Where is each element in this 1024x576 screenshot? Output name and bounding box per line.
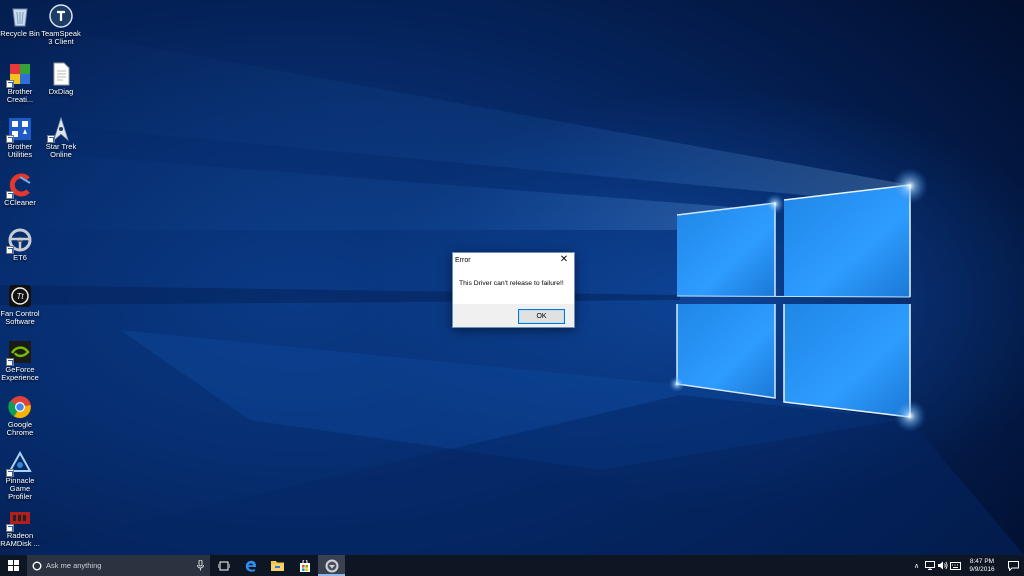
action-center-button[interactable] bbox=[1002, 555, 1024, 576]
desktop-icon-label: Brother Utilities bbox=[7, 142, 33, 159]
shortcut-arrow-icon bbox=[6, 191, 14, 199]
network-icon bbox=[924, 561, 935, 570]
app-badge-icon bbox=[325, 559, 338, 572]
tray-keyboard-icon[interactable] bbox=[949, 555, 962, 576]
desktop-icon-label: TeamSpeak 3 Client bbox=[41, 29, 81, 46]
start-button[interactable] bbox=[0, 555, 26, 576]
microphone-icon[interactable] bbox=[197, 560, 204, 571]
taskbar-clock[interactable]: 8:47 PM 9/9/2016 bbox=[962, 558, 1002, 574]
cortana-circle-icon bbox=[32, 561, 42, 570]
chrome-icon bbox=[8, 395, 32, 419]
desktop-icon-brother-utilities[interactable]: Brother Utilities bbox=[0, 117, 40, 159]
folder-icon bbox=[271, 561, 284, 571]
svg-text:Tt: Tt bbox=[16, 292, 24, 301]
desktop-icon-label: Radeon RAMDisk ... bbox=[0, 531, 40, 548]
taskbar: Ask me anything ∧ 8:47 PM 9/9/2016 bbox=[0, 555, 1024, 576]
shortcut-arrow-icon bbox=[6, 135, 14, 143]
thermaltake-icon: Tt bbox=[8, 284, 32, 308]
search-box[interactable]: Ask me anything bbox=[27, 555, 210, 576]
dialog-footer: OK bbox=[453, 304, 574, 327]
close-button[interactable]: ✕ bbox=[557, 254, 571, 266]
dialog-titlebar[interactable]: Error ✕ bbox=[453, 253, 574, 267]
teamspeak-icon bbox=[49, 4, 73, 28]
desktop-icon-pinnacle[interactable]: Pinnacle Game Profiler bbox=[0, 450, 40, 501]
search-placeholder: Ask me anything bbox=[46, 561, 102, 570]
taskbar-running-app-button[interactable] bbox=[318, 555, 345, 576]
clock-date: 9/9/2016 bbox=[969, 565, 995, 573]
desktop-icon-label: CCleaner bbox=[4, 198, 36, 207]
desktop-icon-label: Recycle Bin bbox=[0, 29, 40, 38]
desktop-icon-teamspeak[interactable]: TeamSpeak 3 Client bbox=[41, 4, 81, 46]
task-view-button[interactable] bbox=[210, 555, 237, 576]
ccleaner-icon bbox=[6, 173, 32, 199]
ok-button[interactable]: OK bbox=[518, 309, 565, 324]
taskbar-edge-button[interactable] bbox=[237, 555, 264, 576]
desktop-icon-label: Google Chrome bbox=[6, 420, 34, 437]
shortcut-arrow-icon bbox=[6, 524, 14, 532]
desktop-icon-label: Pinnacle Game Profiler bbox=[5, 476, 35, 501]
desktop-icon-label: Brother Creati... bbox=[6, 87, 34, 104]
desktop-icon-radeon-ramdisk[interactable]: Radeon RAMDisk ... bbox=[0, 506, 40, 548]
desktop-icon-star-trek-online[interactable]: Star Trek Online bbox=[41, 116, 81, 159]
steering-wheel-icon bbox=[6, 228, 32, 254]
taskbar-store-button[interactable] bbox=[291, 555, 318, 576]
desktop-icon-label: Fan Control Software bbox=[0, 309, 40, 326]
notification-icon bbox=[1007, 560, 1019, 571]
shortcut-arrow-icon bbox=[6, 80, 14, 88]
desktop-icon-label: GeForce Experience bbox=[1, 365, 39, 382]
desktop-icon-label: Star Trek Online bbox=[45, 142, 77, 159]
shortcut-arrow-icon bbox=[6, 358, 14, 366]
pinnacle-icon bbox=[6, 450, 32, 477]
desktop-icon-ccleaner[interactable]: CCleaner bbox=[0, 173, 40, 207]
desktop-icon-geforce[interactable]: GeForce Experience bbox=[0, 340, 40, 382]
shortcut-arrow-icon bbox=[6, 246, 14, 254]
desktop-icon-brother-creative[interactable]: Brother Creati... bbox=[0, 62, 40, 104]
windows-logo-icon bbox=[7, 560, 19, 571]
radeon-ramdisk-icon bbox=[6, 506, 32, 532]
clock-time: 8:47 PM bbox=[969, 557, 995, 565]
desktop-icon-fan-control[interactable]: Tt Fan Control Software bbox=[0, 284, 40, 326]
shortcut-arrow-icon bbox=[6, 469, 14, 477]
brother-creative-icon bbox=[6, 62, 32, 88]
speaker-icon bbox=[937, 561, 947, 570]
dialog-title: Error bbox=[455, 256, 471, 264]
recycle-bin-icon bbox=[8, 4, 32, 28]
nvidia-icon bbox=[6, 340, 32, 366]
star-trek-icon bbox=[47, 116, 73, 143]
desktop-icon-et6[interactable]: ET6 bbox=[0, 228, 40, 262]
shortcut-arrow-icon bbox=[47, 135, 55, 143]
error-dialog: Error ✕ This Driver can't release to fai… bbox=[452, 252, 575, 328]
desktop-icon-dxdiag[interactable]: DxDiag bbox=[41, 62, 81, 96]
tray-volume-icon[interactable] bbox=[936, 555, 949, 576]
desktop-icon-recycle-bin[interactable]: Recycle Bin bbox=[0, 4, 40, 38]
dialog-message: This Driver can't release to failure!! bbox=[459, 280, 564, 287]
task-view-icon bbox=[217, 561, 230, 570]
desktop-icon-label: DxDiag bbox=[48, 87, 74, 96]
brother-utilities-icon bbox=[6, 117, 32, 143]
keyboard-icon bbox=[950, 561, 961, 570]
desktop-icon-chrome[interactable]: Google Chrome bbox=[0, 395, 40, 437]
system-tray: ∧ 8:47 PM 9/9/2016 bbox=[910, 555, 1024, 576]
document-icon bbox=[49, 62, 73, 86]
tray-network-icon[interactable] bbox=[923, 555, 936, 576]
store-icon bbox=[299, 559, 310, 572]
desktop-icon-label: ET6 bbox=[13, 253, 27, 262]
edge-icon bbox=[245, 560, 256, 572]
taskbar-file-explorer-button[interactable] bbox=[264, 555, 291, 576]
tray-overflow-chevron[interactable]: ∧ bbox=[910, 555, 923, 576]
